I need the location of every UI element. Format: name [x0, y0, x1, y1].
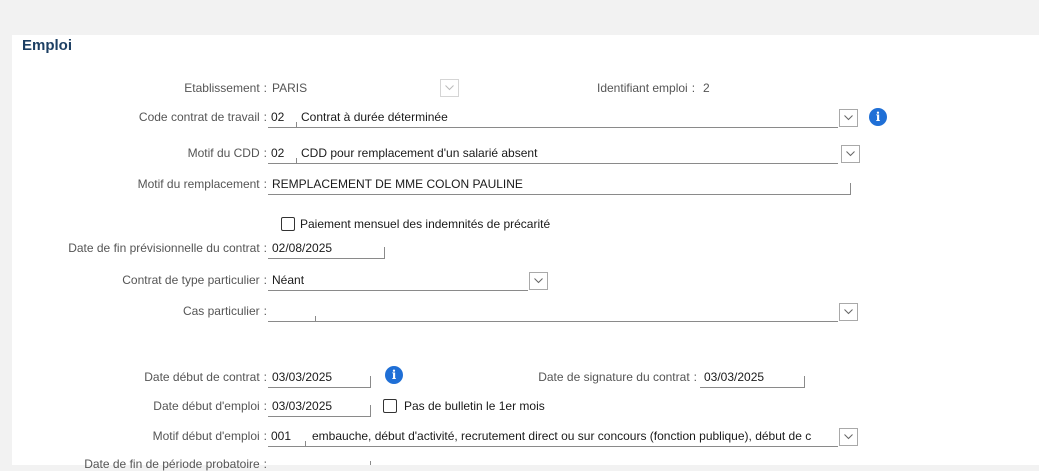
- contrat-particulier-value[interactable]: Néant: [272, 273, 304, 287]
- code-contrat-label: Code contrat de travail:: [138, 110, 267, 124]
- date-fin-probatoire-tick: [370, 461, 371, 465]
- motif-debut-emploi-dropdown-button[interactable]: [839, 428, 858, 446]
- section-title: Emploi: [22, 37, 73, 54]
- motif-debut-emploi-label: Motif début d'emploi:: [152, 429, 267, 443]
- date-debut-emploi-end-tick: [370, 405, 371, 417]
- cas-particulier-underline: [268, 321, 838, 322]
- etablissement-dropdown-button[interactable]: [440, 79, 459, 97]
- motif-debut-emploi-separator: [305, 441, 306, 447]
- etablissement-label: Etablissement:: [184, 81, 267, 95]
- code-contrat-dropdown-button[interactable]: [839, 109, 858, 127]
- chevron-down-icon: [844, 309, 853, 315]
- chevron-down-icon: [846, 151, 855, 157]
- chevron-down-icon: [844, 115, 853, 121]
- motif-debut-emploi-code[interactable]: 001: [271, 429, 291, 443]
- date-fin-previsionnelle-label: Date de fin prévisionnelle du contrat:: [68, 241, 267, 255]
- date-debut-contrat-end-tick: [370, 376, 371, 388]
- chevron-down-icon: [844, 434, 853, 440]
- date-debut-contrat-underline: [268, 387, 370, 388]
- code-contrat-code[interactable]: 02: [271, 110, 284, 124]
- date-debut-contrat-label: Date début de contrat:: [144, 370, 267, 384]
- identifiant-value: 2: [703, 81, 710, 95]
- date-signature-end-tick: [804, 376, 805, 388]
- motif-cdd-code[interactable]: 02: [271, 146, 284, 160]
- motif-cdd-value[interactable]: CDD pour remplacement d'un salarié absen…: [301, 146, 537, 160]
- cas-particulier-dropdown-button[interactable]: [839, 303, 858, 321]
- motif-remplacement-underline: [268, 194, 850, 195]
- date-debut-emploi-underline: [268, 416, 370, 417]
- cas-particulier-label: Cas particulier:: [182, 304, 267, 318]
- pas-bulletin-label: Pas de bulletin le 1er mois: [404, 399, 545, 413]
- info-icon[interactable]: i: [385, 366, 403, 384]
- date-signature-underline: [700, 387, 804, 388]
- date-debut-emploi-label: Date début d'emploi:: [153, 399, 267, 413]
- pas-bulletin-checkbox[interactable]: [383, 399, 397, 413]
- paiement-precarite-checkbox[interactable]: [281, 217, 295, 231]
- code-contrat-value[interactable]: Contrat à durée déterminée: [301, 110, 448, 124]
- cas-particulier-separator: [315, 316, 316, 322]
- motif-remplacement-field[interactable]: REMPLACEMENT DE MME COLON PAULINE: [272, 177, 523, 191]
- etablissement-value: PARIS: [272, 81, 308, 95]
- date-signature-field[interactable]: 03/03/2025: [704, 370, 764, 384]
- motif-remplacement-label: Motif du remplacement:: [137, 177, 267, 191]
- date-signature-label: Date de signature du contrat:: [538, 370, 697, 384]
- paiement-precarite-label: Paiement mensuel des indemnités de préca…: [300, 217, 551, 231]
- date-fin-previsionnelle-field[interactable]: 02/08/2025: [272, 241, 332, 255]
- motif-cdd-dropdown-button[interactable]: [841, 145, 860, 163]
- identifiant-label: Identifiant emploi:: [597, 81, 696, 95]
- motif-debut-emploi-value[interactable]: embauche, début d'activité, recrutement …: [312, 429, 837, 443]
- date-fin-previsionnelle-end-tick: [384, 247, 385, 259]
- code-contrat-separator: [296, 122, 297, 128]
- chevron-down-icon: [534, 278, 543, 284]
- contrat-particulier-dropdown-button[interactable]: [529, 272, 548, 290]
- motif-cdd-separator: [296, 158, 297, 164]
- motif-debut-emploi-underline: [268, 446, 838, 447]
- contrat-particulier-label: Contrat de type particulier:: [122, 273, 267, 287]
- motif-cdd-underline: [268, 163, 838, 164]
- contrat-particulier-underline: [268, 290, 528, 291]
- motif-remplacement-end-tick: [850, 183, 851, 195]
- date-fin-probatoire-label: Date de fin de période probatoire:: [84, 457, 267, 471]
- chevron-down-icon: [445, 85, 454, 91]
- date-fin-previsionnelle-underline: [268, 258, 384, 259]
- motif-cdd-label: Motif du CDD:: [187, 146, 267, 160]
- code-contrat-underline: [268, 127, 838, 128]
- date-debut-emploi-field[interactable]: 03/03/2025: [272, 399, 332, 413]
- date-debut-contrat-field[interactable]: 03/03/2025: [272, 370, 332, 384]
- info-icon[interactable]: i: [869, 108, 887, 126]
